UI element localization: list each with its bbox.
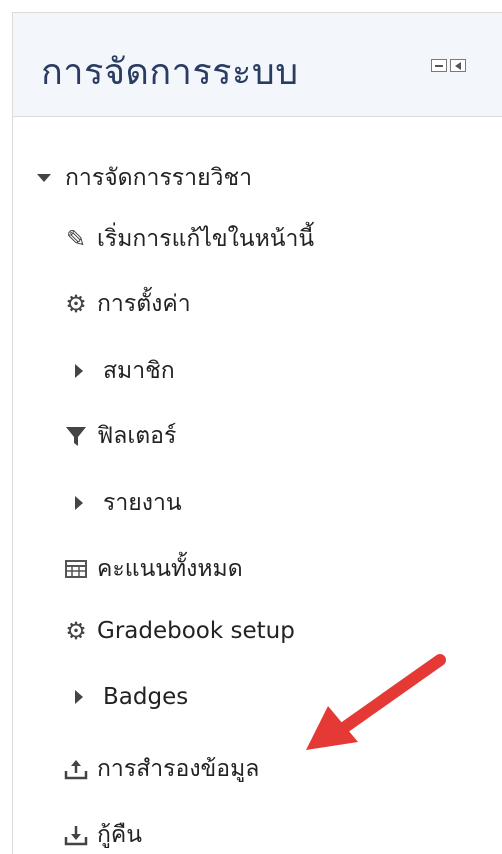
menu-turn-editing-on[interactable]: ✎ เริ่มการแก้ไขในหน้านี้ [63, 221, 314, 257]
menu-course-admin[interactable]: การจัดการรายวิชา [37, 160, 252, 196]
menu-backup[interactable]: การสำรองข้อมูล [63, 751, 259, 787]
menu-filters[interactable]: ฟิลเตอร์ [63, 418, 176, 454]
caret-right-icon [73, 688, 87, 706]
gear-icon: ⚙ [65, 617, 87, 645]
menu-settings[interactable]: ⚙ การตั้งค่า [63, 286, 190, 322]
dock-icon[interactable] [450, 59, 466, 72]
caret-right-icon [73, 494, 87, 512]
gear-icon: ⚙ [65, 290, 87, 318]
table-icon [63, 556, 89, 582]
block-controls [431, 59, 466, 72]
menu-members[interactable]: สมาชิก [63, 353, 175, 389]
menu-reports[interactable]: รายงาน [63, 485, 182, 521]
red-arrow-annotation [306, 654, 446, 750]
filter-icon [63, 423, 89, 449]
menu-course-admin-label: การจัดการรายวิชา [65, 165, 252, 191]
caret-right-icon [73, 362, 87, 380]
menu-grades[interactable]: คะแนนทั้งหมด [63, 551, 243, 587]
menu-gradebook-setup[interactable]: ⚙ Gradebook setup [63, 618, 295, 644]
caret-down-icon [37, 171, 51, 185]
collapse-icon[interactable] [431, 59, 447, 72]
pencil-icon: ✎ [65, 225, 87, 253]
download-icon [63, 822, 89, 848]
menu-badges[interactable]: Badges [63, 684, 188, 710]
menu-restore[interactable]: กู้คืน [63, 817, 142, 853]
block-header: การจัดการระบบ [13, 13, 502, 117]
upload-icon [63, 756, 89, 782]
block-title: การจัดการระบบ [41, 52, 299, 93]
